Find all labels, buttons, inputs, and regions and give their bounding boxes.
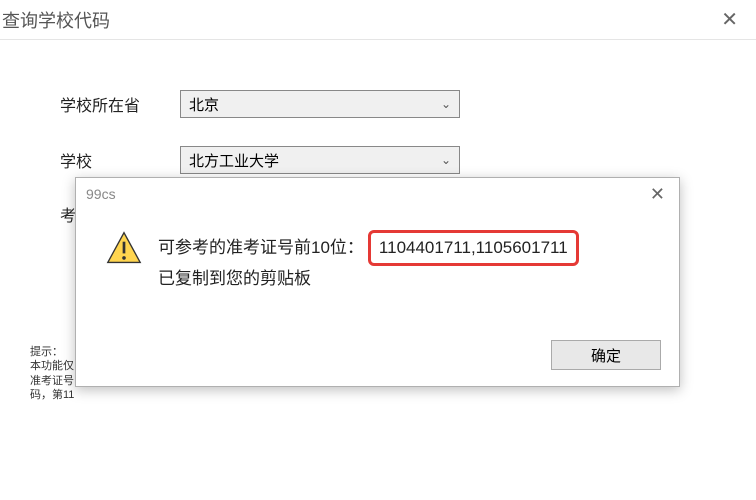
modal-title-bar: 99cs ✕ [76, 178, 679, 210]
warning-icon [106, 230, 142, 266]
exam-number-highlight: 1104401711,1105601711 [368, 230, 579, 266]
message-line-2: 已复制到您的剪贴板 [158, 266, 579, 292]
form-area: 学校所在省 北京 ⌄ 学校 北方工业大学 ⌄ [0, 40, 756, 174]
province-select[interactable]: 北京 ⌄ [180, 90, 460, 118]
modal-body: 可参考的准考证号前10位： 1104401711,1105601711 已复制到… [76, 210, 679, 291]
message-line-1: 可参考的准考证号前10位： 1104401711,1105601711 [158, 230, 579, 266]
school-select[interactable]: 北方工业大学 ⌄ [180, 146, 460, 174]
message-prefix: 可参考的准考证号前10位： [158, 235, 364, 261]
modal-title: 99cs [86, 186, 116, 202]
modal-footer: 确定 [551, 340, 661, 370]
ok-button[interactable]: 确定 [551, 340, 661, 370]
chevron-down-icon: ⌄ [441, 153, 451, 167]
province-row: 学校所在省 北京 ⌄ [60, 90, 696, 118]
modal-close-icon[interactable]: ✕ [642, 182, 673, 207]
message-block: 可参考的准考证号前10位： 1104401711,1105601711 已复制到… [158, 230, 579, 291]
close-icon[interactable]: ✕ [711, 3, 748, 36]
window-title: 查询学校代码 [0, 7, 110, 33]
school-row: 学校 北方工业大学 ⌄ [60, 146, 696, 174]
school-value: 北方工业大学 [189, 150, 279, 171]
school-label: 学校 [60, 148, 180, 172]
chevron-down-icon: ⌄ [441, 97, 451, 111]
title-bar: 查询学校代码 ✕ [0, 0, 756, 40]
province-value: 北京 [189, 94, 219, 115]
main-window: 查询学校代码 ✕ 学校所在省 北京 ⌄ 学校 北方工业大学 ⌄ 考 提示： 本功… [0, 0, 756, 500]
hint-line: 码，第11 [30, 388, 90, 402]
province-label: 学校所在省 [60, 92, 180, 116]
partial-row-label: 考 [60, 202, 76, 226]
alert-dialog: 99cs ✕ 可参考的准考证号前10位： 1104401711,11056017… [75, 177, 680, 387]
